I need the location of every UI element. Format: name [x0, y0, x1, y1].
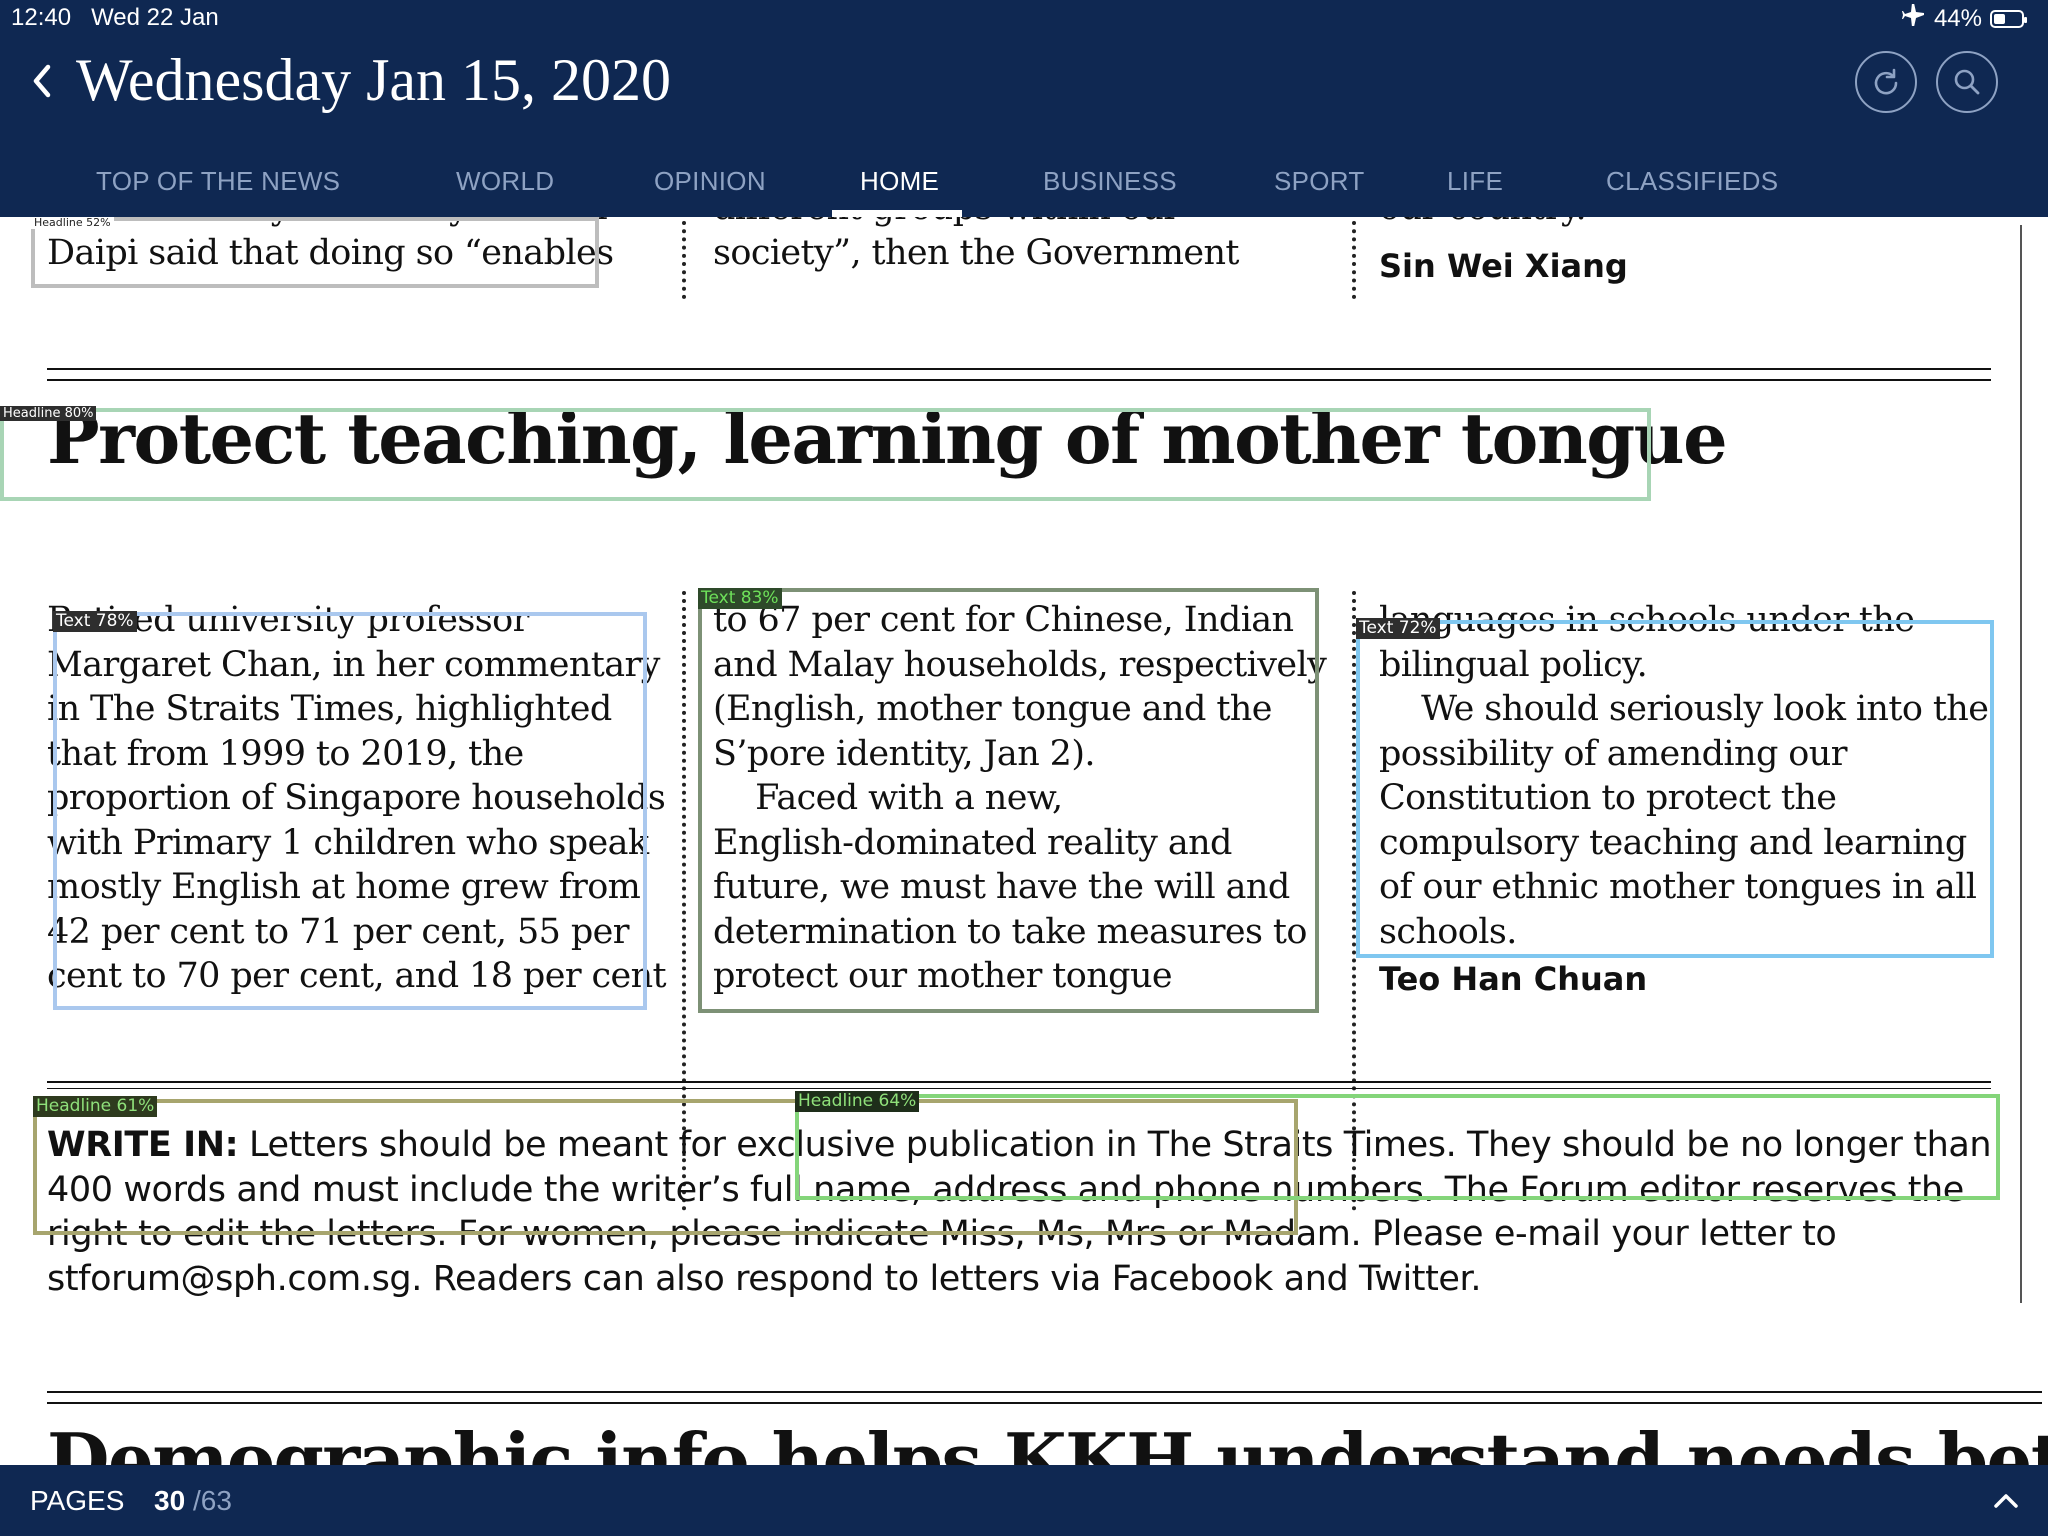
- newspaper-page[interactable]: Parliamentary Secretary Hawazi Daipi sai…: [0, 217, 2048, 1465]
- detection-box: [0, 408, 1651, 501]
- detection-label: Headline 52%: [31, 217, 114, 229]
- tab-world[interactable]: WORLD: [456, 166, 554, 197]
- active-tab-indicator: [832, 210, 962, 217]
- detection-label: Text 83%: [698, 588, 782, 609]
- status-bar-time: 12:40 Wed 22 Jan: [11, 4, 219, 32]
- chevron-up-icon: [1994, 1494, 2018, 1508]
- status-bar-right: 44%: [1900, 3, 2027, 33]
- prev-article-byline: Sin Wei Xiang: [1379, 247, 1628, 285]
- battery-percent: 44%: [1933, 4, 1982, 32]
- detection-box: [795, 1094, 2000, 1200]
- article-byline: Teo Han Chuan: [1379, 960, 1648, 998]
- search-button[interactable]: [1936, 51, 1998, 113]
- tab-top-of-the-news[interactable]: TOP OF THE NEWS: [96, 166, 340, 197]
- section-tabs: TOP OF THE NEWS WORLD OPINION HOME BUSIN…: [0, 160, 2048, 217]
- section-divider: [47, 1391, 2042, 1404]
- page-title: Wednesday Jan 15, 2020: [76, 47, 672, 113]
- detection-label: Text 72%: [1356, 618, 1440, 639]
- refresh-icon: [1874, 68, 1898, 95]
- column-divider: [1352, 221, 1356, 299]
- tab-home[interactable]: HOME: [860, 166, 939, 197]
- detection-label: Text 78%: [53, 611, 137, 632]
- detection-box: [698, 588, 1319, 1013]
- chevron-left-icon: [33, 64, 51, 98]
- tab-life[interactable]: LIFE: [1447, 166, 1503, 197]
- current-page-number: 30: [154, 1485, 186, 1516]
- top-bar: 12:40 Wed 22 Jan 44% Wednesday Jan 15, 2…: [0, 0, 2048, 217]
- tab-business[interactable]: BUSINESS: [1043, 166, 1177, 197]
- detection-label: Headline 80%: [0, 406, 97, 421]
- detection-box: [53, 612, 647, 1010]
- detection-label: Headline 61%: [33, 1096, 158, 1117]
- battery-icon: [1990, 9, 2027, 28]
- tab-classifieds[interactable]: CLASSIFIEDS: [1606, 166, 1778, 197]
- total-pages: /63: [193, 1485, 232, 1516]
- column-divider: [682, 221, 686, 299]
- write-in-rule: [47, 1081, 1991, 1089]
- prev-article-column-2: different groups within our society”, th…: [713, 217, 1239, 273]
- status-time: 12:40: [11, 4, 72, 31]
- tab-opinion[interactable]: OPINION: [654, 166, 766, 197]
- detection-box: [31, 217, 599, 288]
- detection-label: Headline 64%: [795, 1091, 920, 1112]
- search-icon: [1954, 69, 1980, 95]
- detection-box: [1356, 620, 1994, 958]
- back-button[interactable]: [30, 60, 66, 110]
- refresh-button[interactable]: [1855, 51, 1917, 113]
- airplane-icon: [1900, 3, 1926, 33]
- expand-pages-button[interactable]: [1990, 1485, 2022, 1517]
- tab-sport[interactable]: SPORT: [1274, 166, 1365, 197]
- page-right-edge: [2020, 225, 2022, 1303]
- next-article-headline: Demographic info helps KKH understand ne…: [47, 1417, 2048, 1465]
- section-divider: [47, 368, 1991, 381]
- prev-article-column-3: our country.: [1379, 217, 1587, 231]
- bottom-bar: PAGES 30 /63: [0, 1465, 2048, 1536]
- pages-label[interactable]: PAGES: [30, 1485, 124, 1517]
- status-date: Wed 22 Jan: [91, 4, 219, 31]
